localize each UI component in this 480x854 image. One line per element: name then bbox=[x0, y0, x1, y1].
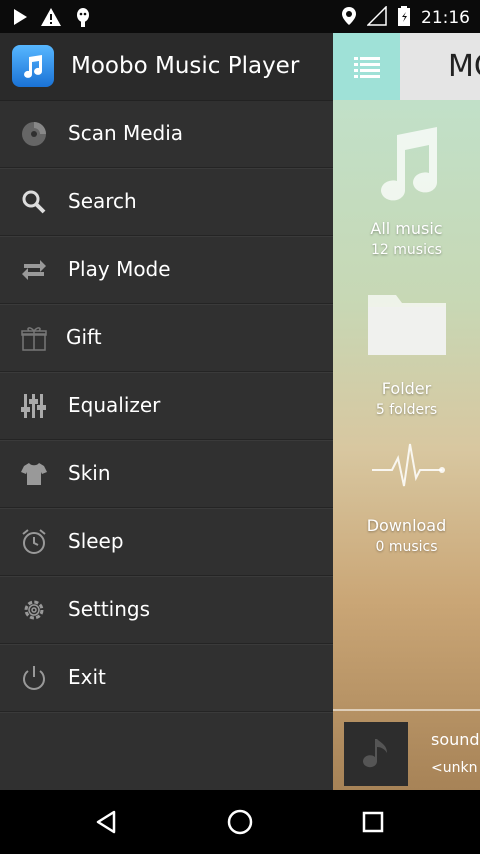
drawer-item-settings[interactable]: Settings bbox=[0, 576, 333, 644]
drawer-item-scan-media[interactable]: Scan Media bbox=[0, 100, 333, 168]
drawer-item-label: Gift bbox=[66, 325, 102, 349]
music-note-icon bbox=[380, 127, 437, 201]
tile-name: Download bbox=[366, 516, 447, 535]
shirt-icon bbox=[20, 460, 48, 488]
recents-icon bbox=[362, 811, 384, 833]
location-icon bbox=[341, 6, 357, 30]
back-icon bbox=[96, 810, 116, 834]
status-time: 21:16 bbox=[421, 8, 470, 28]
navigation-drawer: Moobo Music Player Scan Media Search Pla… bbox=[0, 33, 333, 790]
power-icon bbox=[20, 664, 48, 692]
home-icon bbox=[227, 809, 253, 835]
drawer-item-sleep[interactable]: Sleep bbox=[0, 508, 333, 576]
app-logo-icon bbox=[12, 45, 54, 87]
mini-player-divider bbox=[333, 709, 480, 711]
app-name: Moobo Music Player bbox=[71, 53, 300, 79]
tile-download[interactable]: Download 0 musics bbox=[333, 438, 480, 555]
search-icon bbox=[20, 188, 48, 216]
drawer-item-exit[interactable]: Exit bbox=[0, 644, 333, 712]
tile-count: 0 musics bbox=[375, 539, 438, 555]
recents-button[interactable] bbox=[357, 806, 389, 838]
tile-all-music[interactable]: All music 12 musics bbox=[333, 125, 480, 258]
gear-icon bbox=[20, 596, 48, 624]
warning-icon bbox=[40, 7, 62, 31]
disc-icon bbox=[20, 120, 48, 148]
home-button[interactable] bbox=[224, 806, 256, 838]
main-title: MC bbox=[400, 33, 480, 100]
drawer-item-label: Sleep bbox=[68, 529, 124, 553]
drawer-item-gift[interactable]: Gift bbox=[0, 304, 333, 372]
pulse-icon bbox=[371, 443, 445, 487]
repeat-icon bbox=[20, 256, 48, 284]
tile-name: Folder bbox=[381, 379, 432, 398]
drawer-item-play-mode[interactable]: Play Mode bbox=[0, 236, 333, 304]
drawer-item-label: Exit bbox=[68, 665, 106, 689]
drawer-item-search[interactable]: Search bbox=[0, 168, 333, 236]
navigation-bar bbox=[0, 790, 480, 854]
equalizer-icon bbox=[20, 392, 48, 420]
main-content: MC All music 12 musics Folder 5 folders … bbox=[333, 33, 480, 790]
music-note-icon bbox=[363, 739, 387, 768]
play-icon bbox=[12, 8, 28, 30]
alarm-icon bbox=[20, 528, 48, 556]
drawer-item-label: Settings bbox=[68, 597, 151, 621]
drawer-item-label: Equalizer bbox=[68, 393, 161, 417]
back-button[interactable] bbox=[90, 806, 122, 838]
tile-count: 12 musics bbox=[371, 242, 442, 258]
battery-icon bbox=[397, 5, 411, 31]
list-icon bbox=[353, 56, 380, 78]
android-icon bbox=[74, 6, 92, 32]
mini-player-artwork[interactable] bbox=[344, 722, 408, 786]
menu-button[interactable] bbox=[333, 33, 400, 100]
tile-count: 5 folders bbox=[375, 402, 438, 418]
mini-player-title[interactable]: sound bbox=[431, 730, 480, 749]
folder-icon bbox=[367, 295, 446, 355]
drawer-header: Moobo Music Player bbox=[0, 33, 333, 101]
drawer-item-label: Scan Media bbox=[68, 121, 184, 145]
drawer-item-equalizer[interactable]: Equalizer bbox=[0, 372, 333, 440]
mini-player-artist: <unkn bbox=[431, 760, 478, 776]
drawer-item-label: Skin bbox=[68, 461, 111, 485]
drawer-item-label: Play Mode bbox=[68, 257, 171, 281]
drawer-item-label: Search bbox=[68, 189, 137, 213]
tile-name: All music bbox=[370, 219, 443, 238]
status-bar: 21:16 bbox=[0, 0, 480, 33]
signal-icon bbox=[366, 5, 387, 30]
tile-folder[interactable]: Folder 5 folders bbox=[333, 283, 480, 418]
gift-icon bbox=[20, 324, 48, 352]
drawer-item-skin[interactable]: Skin bbox=[0, 440, 333, 508]
